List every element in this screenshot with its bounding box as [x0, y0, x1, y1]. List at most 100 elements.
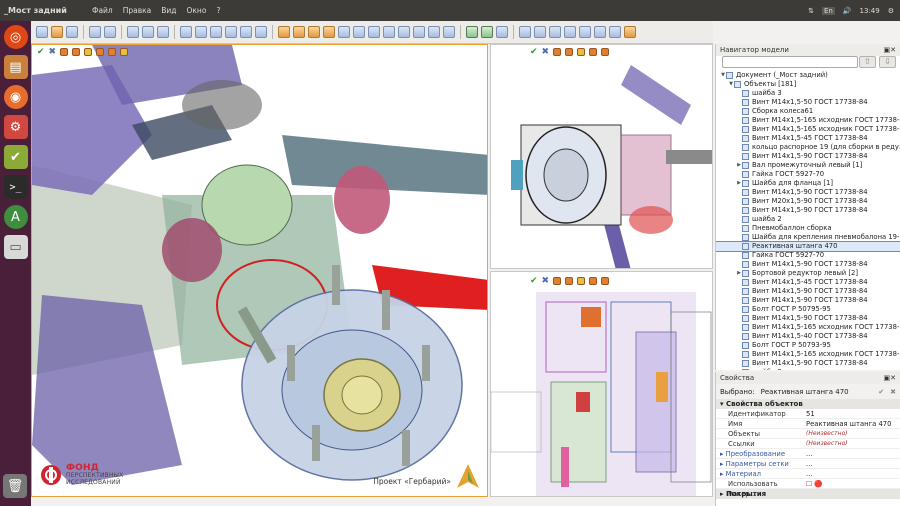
property-value[interactable]: Реактивная штанга 470 — [806, 419, 900, 428]
volume-icon[interactable]: 🔊 — [843, 7, 852, 15]
chamfer-icon[interactable] — [353, 26, 365, 38]
rectangle-icon[interactable] — [180, 26, 192, 38]
navigator-search-input[interactable] — [722, 56, 858, 68]
section-icon[interactable] — [428, 26, 440, 38]
tree-item[interactable]: ▶ Бортовой редуктор левый [2] — [716, 269, 900, 278]
menu-help[interactable]: ? — [216, 6, 220, 15]
tree-item[interactable]: ▼ Объекты [181] — [716, 80, 900, 89]
property-group[interactable]: ▸ Преобразование... — [716, 449, 900, 459]
transparency-icon[interactable] — [108, 47, 117, 56]
apply-icon[interactable]: ✔ — [530, 276, 538, 286]
software-icon[interactable]: A — [3, 205, 28, 229]
offset-icon[interactable] — [255, 26, 267, 38]
wire-mode-icon[interactable] — [565, 276, 574, 285]
fillet-icon[interactable] — [338, 26, 350, 38]
tree-item[interactable]: ▶ Вал промежуточный левый [1] — [716, 161, 900, 170]
tree-item[interactable]: ▶ Шайба для фланца [1] — [716, 179, 900, 188]
tree-item[interactable]: Болт ГОСТ Р 50793-95 — [716, 341, 900, 350]
nav-down-button[interactable]: ⇩ — [879, 56, 896, 68]
shell-icon[interactable] — [368, 26, 380, 38]
zoom-icon[interactable] — [519, 26, 531, 38]
property-group[interactable]: ▸ Параметры сетки... — [716, 459, 900, 469]
keyboard-layout[interactable]: En — [821, 6, 835, 15]
property-group[interactable]: ▸ Материал... — [716, 469, 900, 479]
assembly-icon[interactable] — [466, 26, 478, 38]
viewport-side[interactable]: ✔ ✖ — [490, 44, 713, 269]
circle-icon[interactable] — [210, 26, 222, 38]
cancel-icon[interactable]: ✖ — [49, 47, 57, 57]
tree-item[interactable]: Винт М14х1,5-165 исходник ГОСТ 17738-84 — [716, 350, 900, 359]
tree-item[interactable]: Винт М14х1,5-165 исходник ГОСТ 17738-84 — [716, 323, 900, 332]
cancel-icon[interactable]: ✖ — [542, 276, 550, 286]
shade-mode-icon[interactable] — [553, 47, 562, 56]
cancel-icon[interactable]: ✖ — [542, 47, 550, 57]
select-icon[interactable] — [127, 26, 139, 38]
settings-icon[interactable]: ⚙ — [3, 115, 28, 139]
tree-item[interactable]: шайба 3 — [716, 89, 900, 98]
property-value[interactable]: 51 — [806, 409, 900, 418]
shade-mode-icon[interactable] — [553, 276, 562, 285]
tree-item[interactable]: Винт М14х1,5-50 ГОСТ 17738-84 — [716, 98, 900, 107]
hidden-mode-icon[interactable] — [577, 47, 586, 56]
section-cover[interactable]: ▸ Покрытия — [716, 489, 900, 499]
tree-item[interactable]: Реактивная штанга 470 — [716, 241, 900, 252]
property-group-value[interactable]: ... — [806, 469, 900, 478]
tree-item[interactable]: Винт М14х1,5-90 ГОСТ 17738-84 — [716, 260, 900, 269]
transparency-icon[interactable] — [601, 47, 610, 56]
edges-mode-icon[interactable] — [589, 276, 598, 285]
tree-item[interactable]: шайба 2 — [716, 215, 900, 224]
line-icon[interactable] — [195, 26, 207, 38]
tree-item[interactable]: Винт М14х1,5-90 ГОСТ 17738-84 — [716, 152, 900, 161]
hidden-mode-icon[interactable] — [84, 47, 93, 56]
tree-item[interactable]: Винт М14х1,5-90 ГОСТ 17738-84 — [716, 296, 900, 305]
menu-file[interactable]: Файл — [92, 6, 113, 15]
tree-item[interactable]: Винт М20х1,5-90 ГОСТ 17738-84 — [716, 197, 900, 206]
section-objects[interactable]: ▾ Свойства объектов — [716, 399, 900, 409]
edges-mode-icon[interactable] — [96, 47, 105, 56]
view-iso-icon[interactable] — [609, 26, 621, 38]
boolean-icon[interactable] — [383, 26, 395, 38]
redo-icon[interactable] — [104, 26, 116, 38]
tree-item[interactable]: Винт М14х1,5-165 исходник ГОСТ 17738-84 — [716, 116, 900, 125]
arc-icon[interactable] — [225, 26, 237, 38]
confirm-icon[interactable]: ✔ — [878, 388, 884, 396]
panel-close-icon[interactable]: ▣✕ — [884, 374, 896, 382]
tree-item[interactable]: шайба 3 — [716, 368, 900, 370]
tree-item[interactable]: кольцо распорное 19 (для сборки в реду… — [716, 143, 900, 152]
spline-icon[interactable] — [240, 26, 252, 38]
shading-icon[interactable] — [624, 26, 636, 38]
section-view-icon[interactable] — [120, 47, 129, 56]
use-material-checkbox[interactable]: ☐ 🔴 — [806, 479, 900, 488]
menu-window[interactable]: Окно — [187, 6, 207, 15]
tree-item[interactable]: Винт М14х1,5-90 ГОСТ 17738-84 — [716, 359, 900, 368]
zoom-window-icon[interactable] — [534, 26, 546, 38]
property-group-label[interactable]: ▸ Преобразование — [716, 449, 806, 458]
tree-item[interactable]: Винт М14х1,5-45 ГОСТ 17738-84 — [716, 134, 900, 143]
clock[interactable]: 13:49 — [860, 7, 880, 15]
delete-icon[interactable] — [142, 26, 154, 38]
tree-item[interactable]: Винт М14х1,5-165 исходник ГОСТ 17738-84 — [716, 125, 900, 134]
save-icon[interactable] — [66, 26, 78, 38]
pattern-icon[interactable] — [413, 26, 425, 38]
tree-item[interactable]: Гайка ГОСТ 5927-70 — [716, 251, 900, 260]
constraint-icon[interactable] — [481, 26, 493, 38]
shade-mode-icon[interactable] — [60, 47, 69, 56]
orbit-icon[interactable] — [579, 26, 591, 38]
property-group-value[interactable]: ... — [806, 449, 900, 458]
tree-item[interactable]: Винт М14х1,5-90 ГОСТ 17738-84 — [716, 188, 900, 197]
property-row[interactable]: Имя Реактивная штанга 470 — [716, 419, 900, 429]
cancel-icon[interactable]: ✖ — [890, 388, 896, 396]
property-value[interactable]: (Неизвестно) — [806, 429, 900, 438]
revolve-icon[interactable] — [293, 26, 305, 38]
files-icon[interactable]: ▤ — [3, 55, 28, 79]
mirror-icon[interactable] — [398, 26, 410, 38]
tree-item[interactable]: Винт М14х1,5-45 ГОСТ 17738-84 — [716, 278, 900, 287]
tree-item[interactable]: Винт М14х1,5-40 ГОСТ 17738-84 — [716, 332, 900, 341]
tree-item[interactable]: Гайка ГОСТ 5927-70 — [716, 170, 900, 179]
view-front-icon[interactable] — [594, 26, 606, 38]
terminal-icon[interactable]: >_ — [3, 175, 28, 199]
drive-icon[interactable]: ▭ — [3, 235, 28, 259]
measure-icon[interactable] — [443, 26, 455, 38]
tree-item[interactable]: ▼ Документ (_Мост задний) — [716, 71, 900, 80]
property-group-value[interactable]: ... — [806, 459, 900, 468]
